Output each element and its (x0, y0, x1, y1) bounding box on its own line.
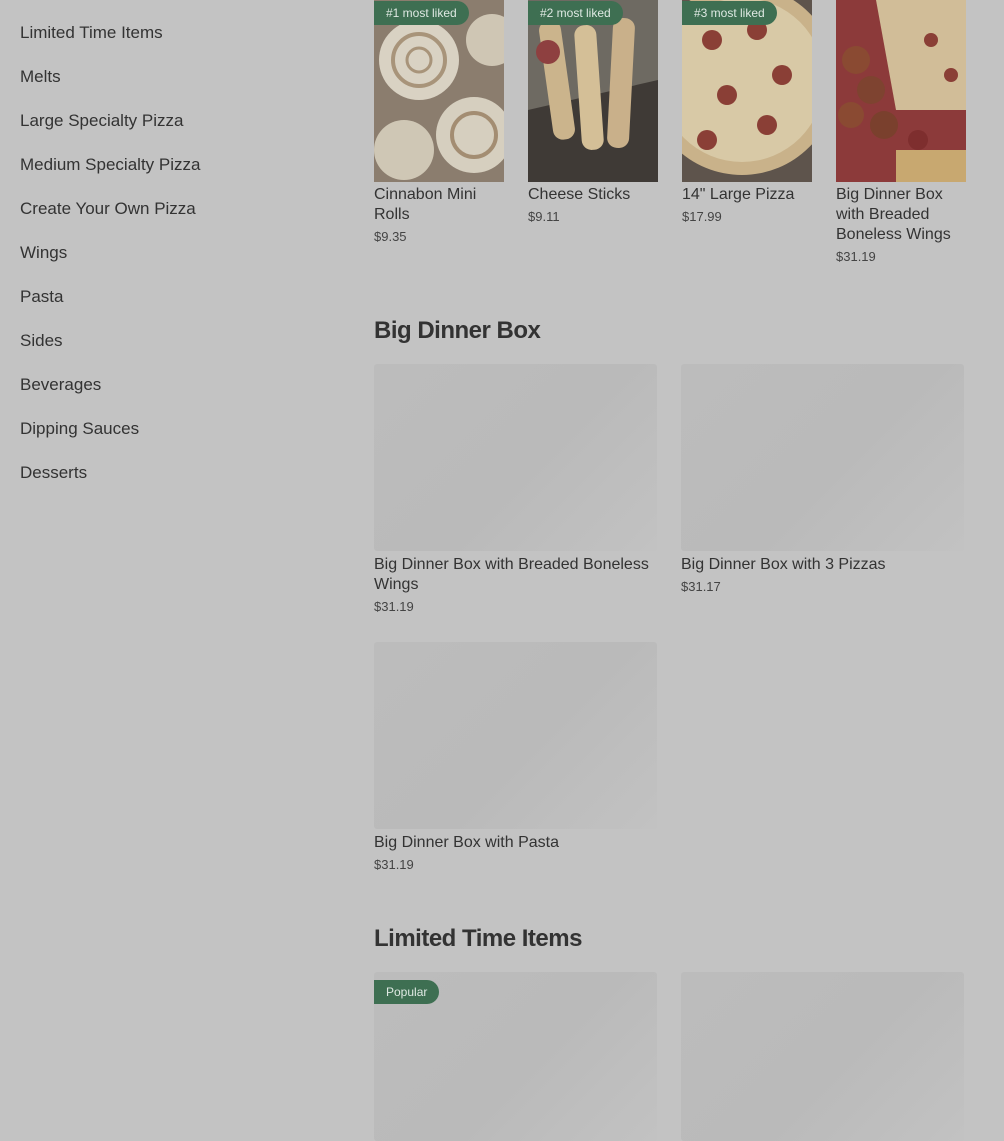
item-price: $9.11 (528, 209, 560, 224)
section-title-limited-time-items: Limited Time Items (374, 925, 582, 952)
most-liked-badge: #2 most liked (528, 1, 623, 25)
item-image-placeholder: Popular (374, 972, 657, 1141)
sidebar-item-large-specialty-pizza[interactable]: Large Specialty Pizza (20, 110, 340, 154)
menu-item-card[interactable]: Big Dinner Box with Pasta $31.19 (374, 642, 657, 875)
item-image-placeholder (681, 364, 964, 551)
item-name: Big Dinner Box with 3 Pizzas (681, 556, 886, 573)
item-price: $31.19 (374, 599, 414, 614)
sidebar-item-medium-specialty-pizza[interactable]: Medium Specialty Pizza (20, 154, 340, 198)
item-name: Big Dinner Box with Breaded Boneless Win… (836, 186, 951, 243)
dinner-box-image (836, 0, 966, 182)
item-name: Big Dinner Box with Breaded Boneless Win… (374, 556, 649, 593)
most-liked-card[interactable]: Big Dinner Box with Breaded Boneless Win… (836, 0, 966, 267)
menu-item-card[interactable] (681, 972, 964, 1141)
popular-badge: Popular (374, 980, 440, 1004)
item-price: $31.19 (836, 249, 876, 264)
item-image-placeholder (374, 642, 657, 829)
most-liked-badge: #3 most liked (682, 1, 777, 25)
sidebar-item-create-your-own-pizza[interactable]: Create Your Own Pizza (20, 198, 340, 242)
sidebar-item-pasta[interactable]: Pasta (20, 286, 340, 330)
category-sidebar: Limited Time Items Melts Large Specialty… (20, 22, 340, 506)
most-liked-card[interactable]: #3 most liked 14" Large Pizza $17.99 (682, 0, 812, 267)
item-image (836, 0, 966, 182)
item-price: $31.19 (374, 857, 414, 872)
sidebar-item-sides[interactable]: Sides (20, 330, 340, 374)
sidebar-item-dipping-sauces[interactable]: Dipping Sauces (20, 418, 340, 462)
large-pizza-image (682, 0, 812, 182)
section-title-big-dinner-box: Big Dinner Box (374, 317, 541, 344)
limited-time-grid: Popular (374, 972, 964, 1141)
item-price: $17.99 (682, 209, 722, 224)
most-liked-badge: #1 most liked (374, 1, 469, 25)
most-liked-card[interactable]: #2 most liked Cheese Sticks $9.11 (528, 0, 658, 267)
cheese-sticks-image (528, 0, 658, 182)
item-name: Cheese Sticks (528, 186, 631, 203)
item-image: #3 most liked (682, 0, 812, 182)
item-image-placeholder (681, 972, 964, 1141)
item-image-placeholder (374, 364, 657, 551)
sidebar-item-limited-time-items[interactable]: Limited Time Items (20, 22, 340, 66)
menu-item-card[interactable]: Big Dinner Box with Breaded Boneless Win… (374, 364, 657, 618)
cinnabon-image (374, 0, 504, 182)
item-name: Cinnabon Mini Rolls (374, 186, 477, 223)
most-liked-card[interactable]: #1 most liked Cinnabon Mini Rolls $9.35 (374, 0, 504, 267)
item-image: #2 most liked (528, 0, 658, 182)
item-price: $31.17 (681, 579, 721, 594)
sidebar-item-melts[interactable]: Melts (20, 66, 340, 110)
menu-item-card[interactable]: Popular (374, 972, 657, 1141)
item-price: $9.35 (374, 229, 407, 244)
big-dinner-box-grid: Big Dinner Box with Breaded Boneless Win… (374, 364, 964, 875)
menu-item-card[interactable]: Big Dinner Box with 3 Pizzas $31.17 (681, 364, 964, 618)
sidebar-item-wings[interactable]: Wings (20, 242, 340, 286)
item-image: #1 most liked (374, 0, 504, 182)
sidebar-item-desserts[interactable]: Desserts (20, 462, 340, 506)
item-name: 14" Large Pizza (682, 186, 795, 203)
sidebar-item-beverages[interactable]: Beverages (20, 374, 340, 418)
most-liked-row: #1 most liked Cinnabon Mini Rolls $9.35 … (374, 0, 966, 267)
item-name: Big Dinner Box with Pasta (374, 834, 559, 851)
